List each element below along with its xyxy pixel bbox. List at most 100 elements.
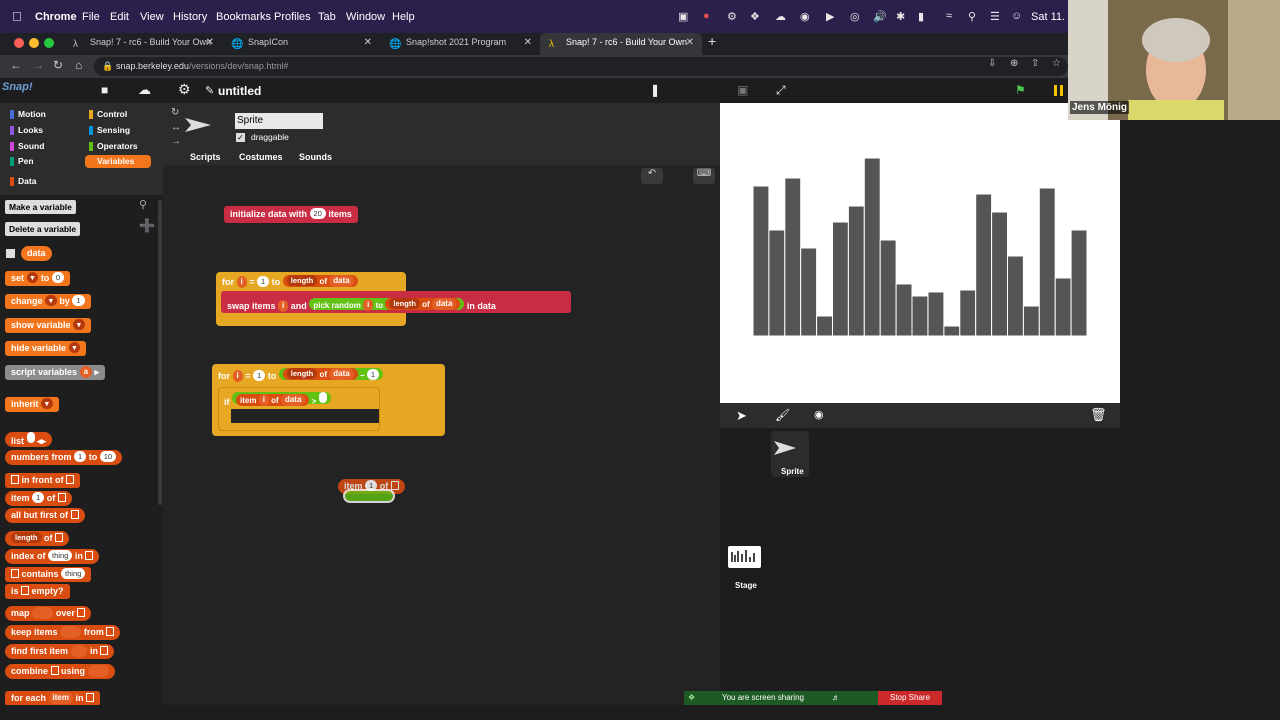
forward-icon[interactable]: → xyxy=(32,58,44,72)
contains-block[interactable]: contains thing xyxy=(5,567,92,582)
category-sensing[interactable]: Sensing xyxy=(85,124,151,137)
dropdown[interactable]: length xyxy=(286,275,318,286)
var-slot[interactable]: data xyxy=(280,394,306,406)
category-operators[interactable]: Operators xyxy=(85,140,151,153)
user-tray-icon[interactable]: ☺ xyxy=(1011,10,1022,22)
dropdown[interactable]: length xyxy=(389,298,420,309)
wifi-icon[interactable]: ≈ xyxy=(946,10,952,22)
scripting-area[interactable]: ↶ ⌨ initialize data with 20 items for i … xyxy=(163,165,720,705)
zoom-icon[interactable]: ⊕ xyxy=(1010,58,1018,69)
category-data[interactable]: Data xyxy=(6,175,72,188)
category-pen[interactable]: Pen xyxy=(6,155,72,168)
palette-scrollbar[interactable] xyxy=(158,200,162,505)
sync-tray-icon[interactable]: ◉ xyxy=(800,10,810,23)
menu-profiles[interactable]: Profiles xyxy=(274,11,311,23)
value-slot[interactable]: thing xyxy=(48,550,73,561)
make-variable-button[interactable]: Make a variable xyxy=(5,200,76,214)
delete-variable-button[interactable]: Delete a variable xyxy=(5,222,81,236)
tab-snap-active[interactable]: λ Snap! 7 - rc6 - Build Your Own ✕ xyxy=(540,33,702,55)
sprite-name-field[interactable]: Sprite xyxy=(235,113,323,129)
tab-snapicon[interactable]: 🌐 SnapICon ✕ xyxy=(222,33,380,55)
dropdown[interactable]: ▾ xyxy=(41,398,53,409)
dragged-plus-reporter[interactable] xyxy=(343,489,395,503)
list-block[interactable]: list ◂▸ xyxy=(5,432,53,447)
show-variable-block[interactable]: show variable ▾ xyxy=(5,318,91,333)
home-icon[interactable]: ⌂ xyxy=(75,58,82,72)
keep-items-block[interactable]: keep items from xyxy=(5,625,121,640)
record-tray-icon[interactable]: ● xyxy=(703,10,710,22)
greater-than-reporter[interactable]: item i of data > xyxy=(232,392,331,406)
tab-snapshot[interactable]: 🌐 Snap!shot 2021 Program ✕ xyxy=(380,33,540,55)
ring-slot[interactable] xyxy=(32,607,54,619)
checkbox[interactable] xyxy=(6,249,15,258)
dropdown[interactable]: ▾ xyxy=(26,272,39,283)
share-icon[interactable]: ⇧ xyxy=(1031,58,1039,69)
inherit-block[interactable]: inherit ▾ xyxy=(5,397,59,412)
swap-items-block[interactable]: swap items i and pick random i to length… xyxy=(221,298,502,313)
bookmark-star-icon[interactable]: ☆ xyxy=(1052,58,1061,69)
cloud-tray-icon[interactable]: ☁ xyxy=(775,10,786,23)
combine-block[interactable]: combine using xyxy=(5,664,115,679)
var-slot[interactable]: i xyxy=(278,300,289,312)
siri-tray-icon[interactable]: ◎ xyxy=(850,10,860,23)
menu-tab[interactable]: Tab xyxy=(318,11,336,23)
no-rotate-icon[interactable]: → xyxy=(171,136,181,147)
category-sound[interactable]: Sound xyxy=(6,140,72,153)
close-tab-icon[interactable]: ✕ xyxy=(206,33,214,52)
tab-scripts[interactable]: Scripts xyxy=(190,152,221,162)
ring-slot[interactable] xyxy=(70,645,88,657)
close-tab-icon[interactable]: ✕ xyxy=(364,33,372,52)
back-icon[interactable]: ← xyxy=(10,58,22,72)
footprints-icon[interactable]: ❚ xyxy=(650,83,660,97)
spotlight-icon[interactable]: ⚲ xyxy=(968,10,976,23)
menu-view[interactable]: View xyxy=(140,11,164,23)
cloud-icon[interactable]: ☁ xyxy=(138,82,151,98)
var-slot[interactable]: i xyxy=(236,276,247,288)
dropbox-icon[interactable]: ❖ xyxy=(750,10,760,23)
stage-thumbnail-icon[interactable] xyxy=(728,546,761,568)
url-field[interactable]: 🔒 snap.berkeley.edu/versions/dev/snap.ht… xyxy=(94,57,1068,76)
camera-icon[interactable]: ◉ xyxy=(814,408,824,421)
install-icon[interactable]: ⇩ xyxy=(988,58,996,69)
var-slot[interactable]: i xyxy=(232,370,243,382)
zoom-window-icon[interactable] xyxy=(44,38,54,48)
menu-app[interactable]: Chrome xyxy=(35,11,77,23)
category-control[interactable]: Control xyxy=(85,108,151,121)
play-tray-icon[interactable]: ▶ xyxy=(826,10,834,23)
stage[interactable] xyxy=(720,103,1120,403)
variable-data-block[interactable]: data xyxy=(21,246,52,261)
menu-edit[interactable]: Edit xyxy=(110,11,129,23)
value-slot[interactable]: 1 xyxy=(74,451,87,462)
dropdown[interactable]: ▾ xyxy=(68,342,81,353)
tab-costumes[interactable]: Costumes xyxy=(239,152,283,162)
gear-icon[interactable]: ⚙ xyxy=(178,81,191,98)
for-header-1[interactable]: for i = 1 to length of data xyxy=(216,275,364,290)
value-slot[interactable]: 1 xyxy=(257,276,270,287)
dropdown[interactable]: length xyxy=(286,368,318,379)
close-tab-icon[interactable]: ✕ xyxy=(686,33,694,52)
dropdown[interactable]: length xyxy=(11,532,42,543)
value-slot[interactable] xyxy=(26,432,35,443)
bluetooth-icon[interactable]: ✱ xyxy=(896,10,905,23)
ring-slot[interactable] xyxy=(60,626,82,638)
item-of-block[interactable]: item 1 of xyxy=(5,491,72,506)
fullscreen-icon[interactable]: ⤢ xyxy=(776,83,786,98)
for-header-2[interactable]: for i = 1 to length of data − 1 xyxy=(212,368,389,383)
add-icon[interactable]: ➕ xyxy=(139,218,155,234)
set-block[interactable]: set ▾ to 0 xyxy=(5,271,70,286)
menu-file[interactable]: File xyxy=(82,11,100,23)
share-grip-icon[interactable]: ❖ xyxy=(688,691,695,705)
for-each-block[interactable]: for each item in xyxy=(5,691,101,705)
in-front-of-block[interactable]: in front of xyxy=(5,473,81,488)
pencil-icon[interactable]: ✎ xyxy=(205,84,214,97)
script-variables-block[interactable]: script variables a ▸ xyxy=(5,365,106,380)
paintbrush-icon[interactable]: 🖌 xyxy=(775,408,790,422)
category-motion[interactable]: Motion xyxy=(6,108,72,121)
value-slot[interactable]: thing xyxy=(61,568,86,579)
tab-sounds[interactable]: Sounds xyxy=(299,152,332,162)
pause-icon[interactable] xyxy=(1054,85,1063,96)
search-icon[interactable]: ⚲ xyxy=(139,198,147,211)
menu-history[interactable]: History xyxy=(173,11,207,23)
menu-bookmarks[interactable]: Bookmarks xyxy=(216,11,271,23)
value-slot[interactable] xyxy=(318,392,327,403)
